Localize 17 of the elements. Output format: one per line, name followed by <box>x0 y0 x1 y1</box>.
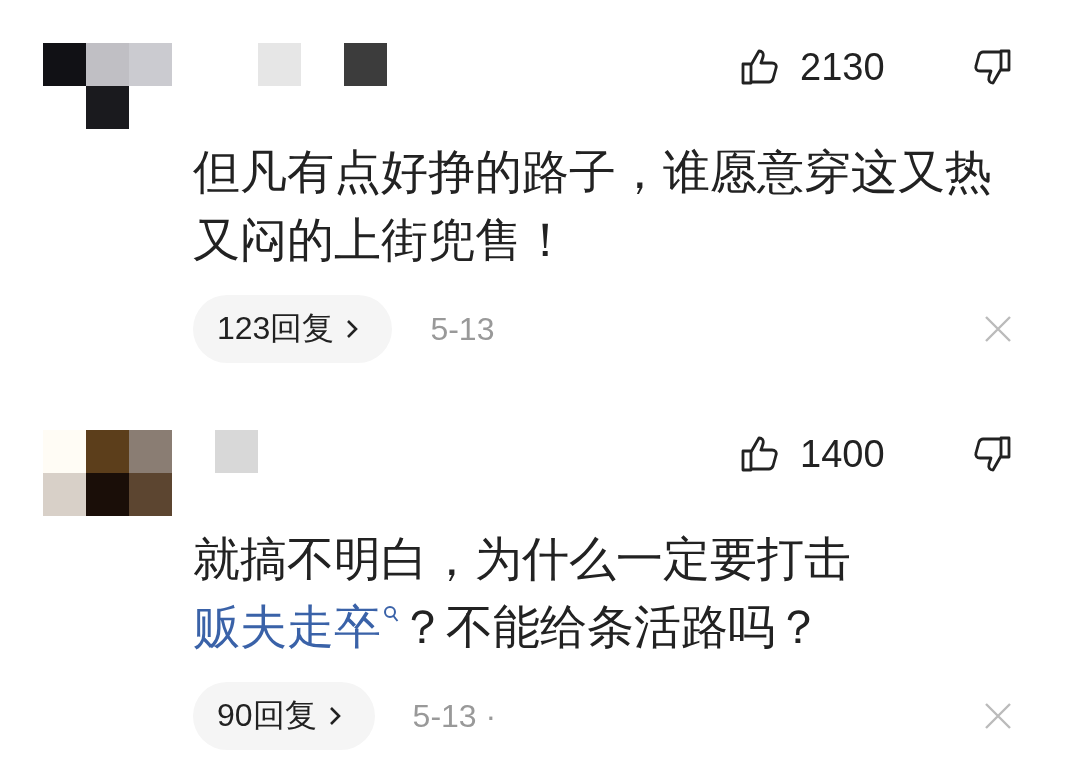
chevron-right-icon[interactable] <box>346 319 359 339</box>
thumbs-up-icon[interactable] <box>740 47 780 87</box>
comment-text: 就搞不明白，为什么一定要打击 贩夫走卒 ？不能给条活路吗？ <box>193 530 852 656</box>
replies-button[interactable]: 90回复 <box>193 682 375 750</box>
search-link[interactable]: 贩夫走卒 <box>193 599 399 654</box>
comment-date: 5-13 · <box>412 697 497 735</box>
replies-button[interactable]: 123回复 <box>193 295 393 363</box>
thumbs-down-icon[interactable] <box>972 434 1012 474</box>
pixelated-name-drawing <box>215 430 258 473</box>
comment-date: 5-13 <box>430 310 495 348</box>
search-icon[interactable] <box>383 605 399 623</box>
thumbs-down-icon[interactable] <box>972 47 1012 87</box>
thumbs-up-icon[interactable] <box>740 434 780 474</box>
chevron-right-icon[interactable] <box>328 706 341 726</box>
like-count: 1400 <box>800 432 886 476</box>
comment-text: 但凡有点好挣的路子，谁愿意穿这又热又闷的上街兜售！ <box>193 143 993 269</box>
like-count: 2130 <box>800 45 886 89</box>
